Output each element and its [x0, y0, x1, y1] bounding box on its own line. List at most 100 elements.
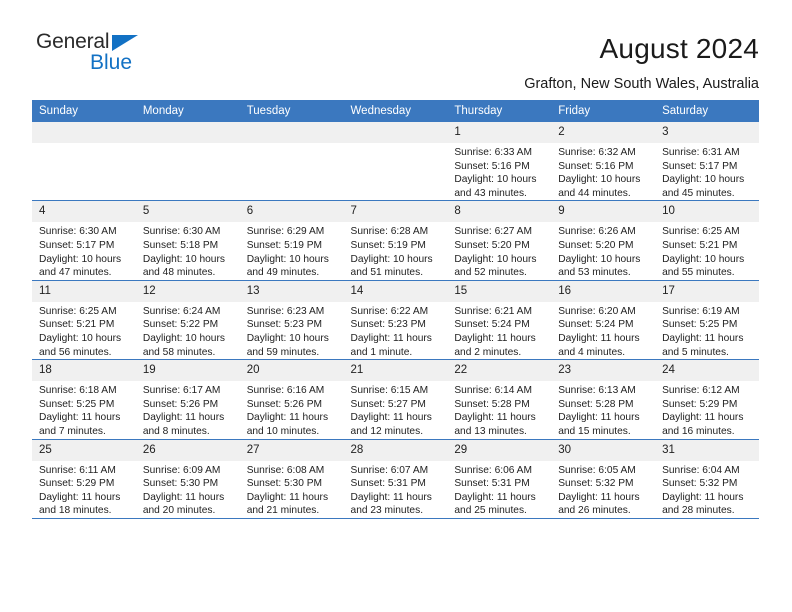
day-details: Sunrise: 6:29 AM Sunset: 5:19 PM Daylight:…	[240, 222, 344, 279]
daylight-text-line1: Daylight: 11 hours	[142, 491, 225, 503]
day-details: Sunrise: 6:20 AM Sunset: 5:24 PM Daylight:…	[551, 302, 655, 359]
calendar-day-cell[interactable]: 17 Sunrise: 6:19 AM Sunset: 5:25 PM Dayligh…	[655, 280, 759, 361]
sunset-text: Sunset: 5:16 PM	[454, 160, 530, 172]
day-details: Sunrise: 6:11 AM Sunset: 5:29 PM Daylight:…	[32, 461, 136, 518]
calendar-day-cell[interactable]: 22 Sunrise: 6:14 AM Sunset: 5:28 PM Dayligh…	[447, 359, 552, 440]
sunset-text: Sunset: 5:17 PM	[662, 160, 738, 172]
day-number: 19	[135, 360, 240, 382]
sunrise-text: Sunrise: 6:33 AM	[454, 147, 532, 158]
daylight-text-line1: Daylight: 11 hours	[662, 412, 744, 424]
sunset-text: Sunset: 5:20 PM	[454, 239, 530, 251]
daylight-text-line2: and 10 minutes.	[246, 425, 320, 437]
calendar-day-cell[interactable]: 26 Sunrise: 6:09 AM Sunset: 5:30 PM Dayligh…	[135, 439, 240, 519]
calendar-day-cell[interactable]: 25 Sunrise: 6:11 AM Sunset: 5:29 PM Dayligh…	[32, 439, 136, 519]
calendar-page: General Blue August 2024 Grafton, New So…	[0, 0, 792, 612]
daylight-text-line1: Daylight: 11 hours	[39, 491, 121, 503]
calendar-day-cell[interactable]: 21 Sunrise: 6:15 AM Sunset: 5:27 PM Dayligh…	[343, 359, 448, 440]
calendar-day-cell[interactable]: 2 Sunrise: 6:32 AM Sunset: 5:16 PM Daylight…	[551, 122, 656, 202]
calendar-day-cell[interactable]: 19 Sunrise: 6:17 AM Sunset: 5:26 PM Dayligh…	[135, 359, 240, 440]
calendar-day-cell[interactable]: 1 Sunrise: 6:33 AM Sunset: 5:16 PM Daylight…	[447, 122, 552, 202]
day-details: Sunrise: 6:27 AM Sunset: 5:20 PM Daylight:…	[447, 222, 551, 279]
day-number: 11	[32, 280, 136, 302]
calendar-day-cell[interactable]: 24 Sunrise: 6:12 AM Sunset: 5:29 PM Dayligh…	[655, 359, 759, 440]
page-header: General Blue August 2024 Grafton, New So…	[0, 0, 792, 100]
day-number: 15	[447, 280, 552, 302]
daylight-text-line1: Daylight: 11 hours	[454, 412, 536, 424]
day-number: 27	[239, 439, 344, 461]
day-number: 26	[135, 439, 240, 461]
calendar-day-cell[interactable]: 4 Sunrise: 6:30 AM Sunset: 5:17 PM Daylight…	[32, 200, 136, 281]
day-details: Sunrise: 6:13 AM Sunset: 5:28 PM Daylight:…	[551, 381, 655, 438]
sunrise-text: Sunrise: 6:08 AM	[246, 464, 325, 476]
calendar-day-cell[interactable]: 28 Sunrise: 6:07 AM Sunset: 5:31 PM Dayligh…	[343, 439, 448, 519]
day-number: 21	[343, 360, 448, 382]
calendar-day-cell[interactable]: 23 Sunrise: 6:13 AM Sunset: 5:28 PM Dayligh…	[551, 359, 656, 440]
sunrise-text: Sunrise: 6:12 AM	[662, 385, 740, 397]
calendar-day-cell[interactable]: 7 Sunrise: 6:28 AM Sunset: 5:19 PM Daylight…	[343, 200, 448, 281]
calendar-day-cell[interactable]: 31 Sunrise: 6:04 AM Sunset: 5:32 PM Dayligh…	[655, 439, 759, 519]
day-number: 7	[343, 201, 448, 223]
day-details: Sunrise: 6:30 AM Sunset: 5:17 PM Daylight:…	[32, 222, 136, 279]
calendar-day-cell[interactable]: 30 Sunrise: 6:05 AM Sunset: 5:32 PM Dayligh…	[551, 439, 656, 519]
day-details: Sunrise: 6:04 AM Sunset: 5:32 PM Daylight:…	[655, 461, 759, 518]
daylight-text-line1: Daylight: 10 hours	[558, 253, 641, 265]
general-blue-logo[interactable]: General Blue	[32, 30, 162, 82]
daylight-text-line2: and 28 minutes.	[662, 505, 735, 517]
sunset-text: Sunset: 5:25 PM	[39, 398, 115, 410]
calendar-day-cell[interactable]: 12 Sunrise: 6:24 AM Sunset: 5:22 PM Dayligh…	[135, 280, 240, 361]
calendar-day-cell[interactable]: 13 Sunrise: 6:23 AM Sunset: 5:23 PM Dayligh…	[239, 280, 344, 361]
day-details: Sunrise: 6:07 AM Sunset: 5:31 PM Daylight:…	[344, 461, 448, 518]
sunset-text: Sunset: 5:17 PM	[39, 239, 115, 251]
calendar-day-cell[interactable]: 8 Sunrise: 6:27 AM Sunset: 5:20 PM Daylight…	[447, 200, 552, 281]
sunset-text: Sunset: 5:28 PM	[454, 398, 530, 410]
day-details: Sunrise: 6:06 AM Sunset: 5:31 PM Daylight:…	[447, 461, 551, 518]
day-number	[343, 122, 448, 143]
sunset-text: Sunset: 5:31 PM	[350, 478, 426, 490]
day-number: 9	[551, 201, 656, 223]
sunrise-text: Sunrise: 6:22 AM	[350, 305, 429, 317]
calendar-day-cell[interactable]: 11 Sunrise: 6:25 AM Sunset: 5:21 PM Dayligh…	[32, 280, 136, 361]
day-details: Sunrise: 6:23 AM Sunset: 5:23 PM Daylight:…	[240, 302, 344, 359]
calendar-day-cell[interactable]: 18 Sunrise: 6:18 AM Sunset: 5:25 PM Dayligh…	[32, 359, 136, 440]
day-details: Sunrise: 6:26 AM Sunset: 5:20 PM Daylight:…	[551, 222, 655, 279]
day-number: 29	[447, 439, 552, 461]
calendar-day-cell[interactable]: 27 Sunrise: 6:08 AM Sunset: 5:30 PM Dayligh…	[239, 439, 344, 519]
calendar-day-cell[interactable]: 29 Sunrise: 6:06 AM Sunset: 5:31 PM Dayligh…	[447, 439, 552, 519]
calendar-day-cell[interactable]: 6 Sunrise: 6:29 AM Sunset: 5:19 PM Daylight…	[239, 200, 344, 281]
daylight-text-line2: and 25 minutes.	[454, 505, 527, 517]
sunset-text: Sunset: 5:28 PM	[558, 398, 634, 410]
sunrise-text: Sunrise: 6:30 AM	[39, 226, 117, 238]
daylight-text-line2: and 16 minutes.	[662, 425, 735, 437]
sunset-text: Sunset: 5:26 PM	[142, 398, 219, 410]
daylight-text-line1: Daylight: 11 hours	[454, 491, 536, 503]
calendar-day-cell[interactable]: 5 Sunrise: 6:30 AM Sunset: 5:18 PM Daylight…	[135, 200, 240, 281]
calendar-day-cell[interactable]: 3 Sunrise: 6:31 AM Sunset: 5:17 PM Daylight…	[655, 122, 759, 202]
day-number: 2	[551, 122, 656, 143]
daylight-text-line1: Daylight: 10 hours	[39, 332, 122, 344]
calendar-day-cell[interactable]: 10 Sunrise: 6:25 AM Sunset: 5:21 PM Dayligh…	[655, 200, 759, 281]
day-number: 14	[343, 280, 448, 302]
calendar-day-cell[interactable]: 20 Sunrise: 6:16 AM Sunset: 5:26 PM Dayligh…	[239, 359, 344, 440]
daylight-text-line1: Daylight: 10 hours	[558, 174, 641, 186]
sunrise-text: Sunrise: 6:05 AM	[558, 464, 636, 476]
daylight-text-line1: Daylight: 10 hours	[246, 332, 329, 344]
calendar-day-cell[interactable]: 9 Sunrise: 6:26 AM Sunset: 5:20 PM Daylight…	[551, 200, 656, 281]
calendar-day-cell[interactable]: 16 Sunrise: 6:20 AM Sunset: 5:24 PM Dayligh…	[551, 280, 656, 361]
calendar-day-cell[interactable]: 15 Sunrise: 6:21 AM Sunset: 5:24 PM Dayligh…	[447, 280, 552, 361]
logo-text-blue: Blue	[90, 51, 133, 74]
sunset-text: Sunset: 5:32 PM	[662, 478, 738, 490]
daylight-text-line1: Daylight: 11 hours	[454, 332, 536, 344]
day-number: 18	[32, 360, 136, 382]
daylight-text-line1: Daylight: 10 hours	[662, 253, 745, 265]
sunrise-text: Sunrise: 6:17 AM	[142, 385, 221, 397]
daylight-text-line1: Daylight: 11 hours	[246, 412, 329, 424]
daylight-text-line2: and 55 minutes.	[662, 267, 735, 279]
calendar-cell-empty	[32, 122, 136, 202]
sunset-text: Sunset: 5:19 PM	[350, 239, 426, 251]
daylight-text-line2: and 43 minutes.	[454, 187, 527, 199]
daylight-text-line1: Daylight: 10 hours	[662, 174, 745, 186]
daylight-text-line2: and 56 minutes.	[39, 346, 112, 358]
sunset-text: Sunset: 5:21 PM	[662, 239, 738, 251]
calendar-week-row: 1 Sunrise: 6:33 AM Sunset: 5:16 PM Daylight…	[32, 122, 759, 202]
calendar-day-cell[interactable]: 14 Sunrise: 6:22 AM Sunset: 5:23 PM Dayligh…	[343, 280, 448, 361]
